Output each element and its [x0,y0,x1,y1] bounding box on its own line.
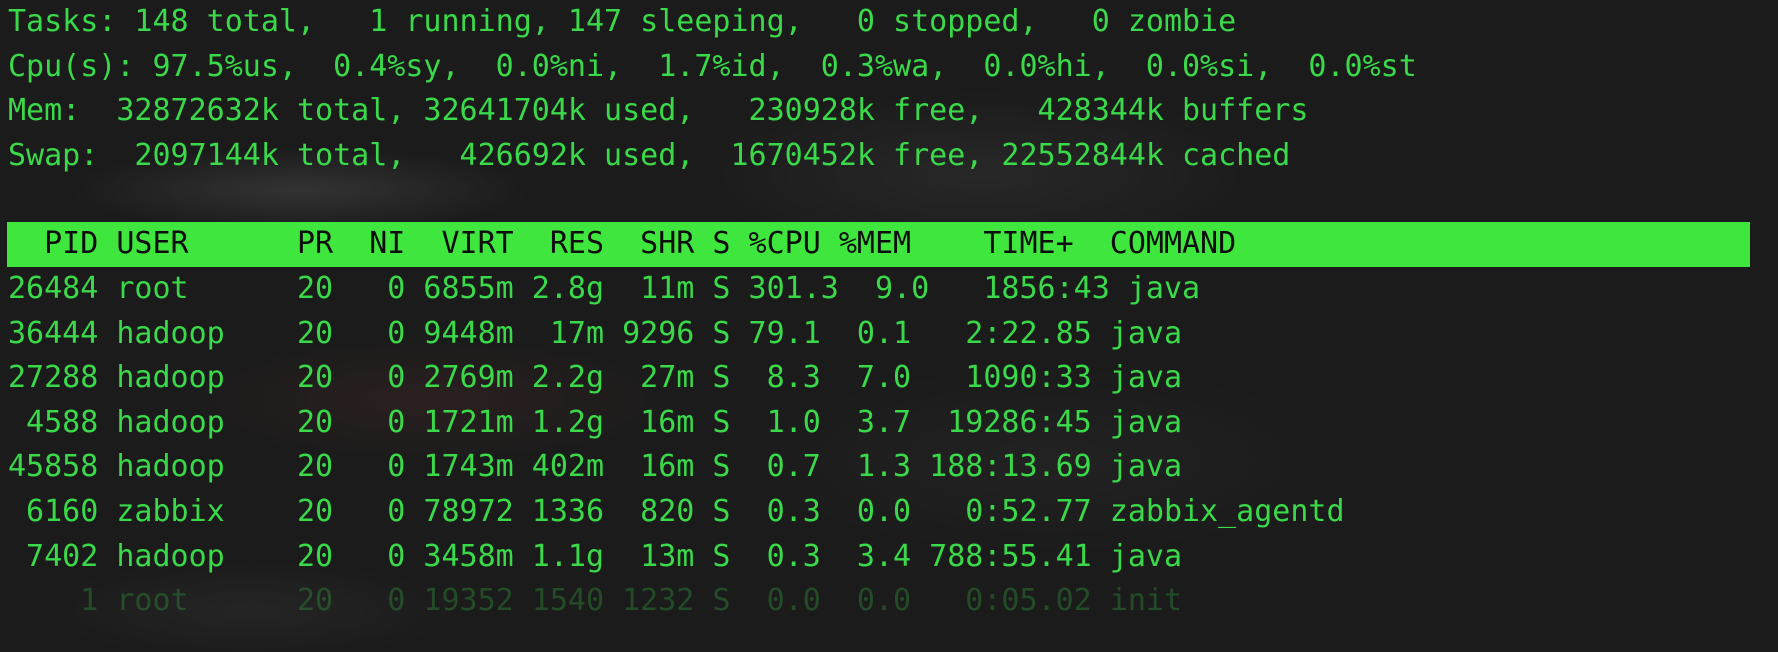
table-row[interactable]: 36444 hadoop 20 0 9448m 17m 9296 S 79.1 … [0,312,1778,357]
mem-summary-line: Mem: 32872632k total, 32641704k used, 23… [8,93,1309,129]
process-table-header[interactable]: PID USER PR NI VIRT RES SHR S %CPU %MEM … [7,222,1750,267]
table-row[interactable]: 1 root 20 0 19352 1540 1232 S 0.0 0.0 0:… [0,579,1778,624]
terminal-screen: Tasks: 148 total, 1 running, 147 sleepin… [0,0,1778,624]
table-row[interactable]: 27288 hadoop 20 0 2769m 2.2g 27m S 8.3 7… [0,356,1778,401]
process-table-body: 26484 root 20 0 6855m 2.8g 11m S 301.3 9… [0,267,1778,624]
table-row[interactable]: 45858 hadoop 20 0 1743m 402m 16m S 0.7 1… [0,445,1778,490]
table-row[interactable]: 7402 hadoop 20 0 3458m 1.1g 13m S 0.3 3.… [0,535,1778,580]
tasks-summary-line: Tasks: 148 total, 1 running, 147 sleepin… [8,4,1237,39]
swap-summary-line: Swap: 2097144k total, 426692k used, 1670… [8,137,1291,173]
table-row[interactable]: 6160 zabbix 20 0 78972 1336 820 S 0.3 0.… [0,490,1778,535]
terminal-window[interactable]: Tasks: 148 total, 1 running, 147 sleepin… [0,0,1778,652]
top-summary-block: Tasks: 148 total, 1 running, 147 sleepin… [0,0,1778,178]
table-row[interactable]: 26484 root 20 0 6855m 2.8g 11m S 301.3 9… [0,267,1778,312]
cpu-summary-line: Cpu(s): 97.5%us, 0.4%sy, 0.0%ni, 1.7%id,… [8,48,1417,84]
table-row[interactable]: 4588 hadoop 20 0 1721m 1.2g 16m S 1.0 3.… [0,401,1778,446]
